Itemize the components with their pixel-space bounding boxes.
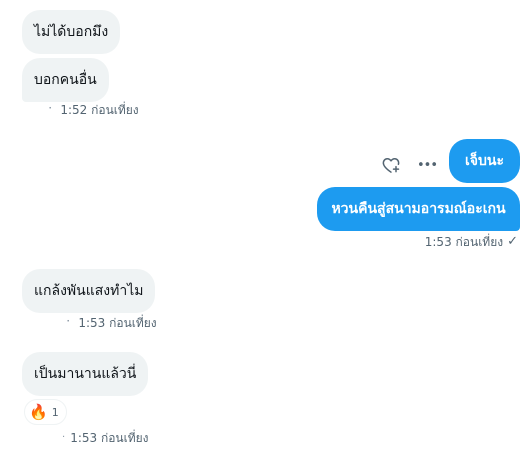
message-timestamp: 1:53 ก่อนเที่ยง	[70, 431, 149, 445]
message-text: ไม่ได้บอกมึง	[34, 24, 109, 40]
fire-emoji-icon: 🔥	[29, 402, 48, 421]
sent-check-icon: ✓	[507, 234, 518, 249]
meta-dots: ⠂	[66, 317, 75, 328]
message-bubble-incoming[interactable]: เป็นมานานแล้วนี่	[22, 352, 149, 396]
message-timestamp: 1:53 ก่อนเที่ยง	[424, 234, 504, 249]
message-meta: · 1:53 ก่อนเที่ยง	[62, 432, 149, 444]
message-text: เจ็บนะ	[465, 153, 504, 169]
more-options-icon[interactable]: •••	[415, 153, 439, 177]
message-meta: ⠂ 1:52 ก่อนเที่ยง	[48, 104, 139, 116]
message-meta: ⠂ 1:53 ก่อนเที่ยง	[66, 317, 157, 329]
message-bubble-outgoing[interactable]: เจ็บนะ	[449, 139, 520, 183]
message-bubble-incoming[interactable]: บอกคนอื่น	[22, 58, 109, 102]
message-text: บอกคนอื่น	[34, 72, 97, 88]
heart-plus-icon[interactable]	[379, 153, 403, 177]
meta-dots: ⠂	[48, 104, 57, 115]
message-timestamp: 1:53 ก่อนเที่ยง	[78, 316, 157, 330]
message-timestamp: 1:52 ก่อนเที่ยง	[60, 103, 139, 117]
message-text: เป็นมานานแล้วนี่	[34, 366, 137, 382]
reaction-pill[interactable]: 🔥 1	[24, 399, 67, 425]
message-bubble-outgoing[interactable]: หวนคืนสู่สนามอารมณ์อะเกน	[317, 187, 520, 231]
message-text: หวนคืนสู่สนามอารมณ์อะเกน	[331, 201, 506, 217]
message-bubble-incoming[interactable]: แกล้งพันแสงทำไม	[22, 269, 156, 313]
meta-dots: ·	[62, 432, 67, 443]
reaction-count: 1	[51, 405, 59, 419]
message-bubble-incoming[interactable]: ไม่ได้บอกมึง	[22, 10, 121, 54]
message-text: แกล้งพันแสงทำไม	[34, 283, 144, 299]
message-meta: 1:53 ก่อนเที่ยง ✓	[425, 235, 518, 248]
